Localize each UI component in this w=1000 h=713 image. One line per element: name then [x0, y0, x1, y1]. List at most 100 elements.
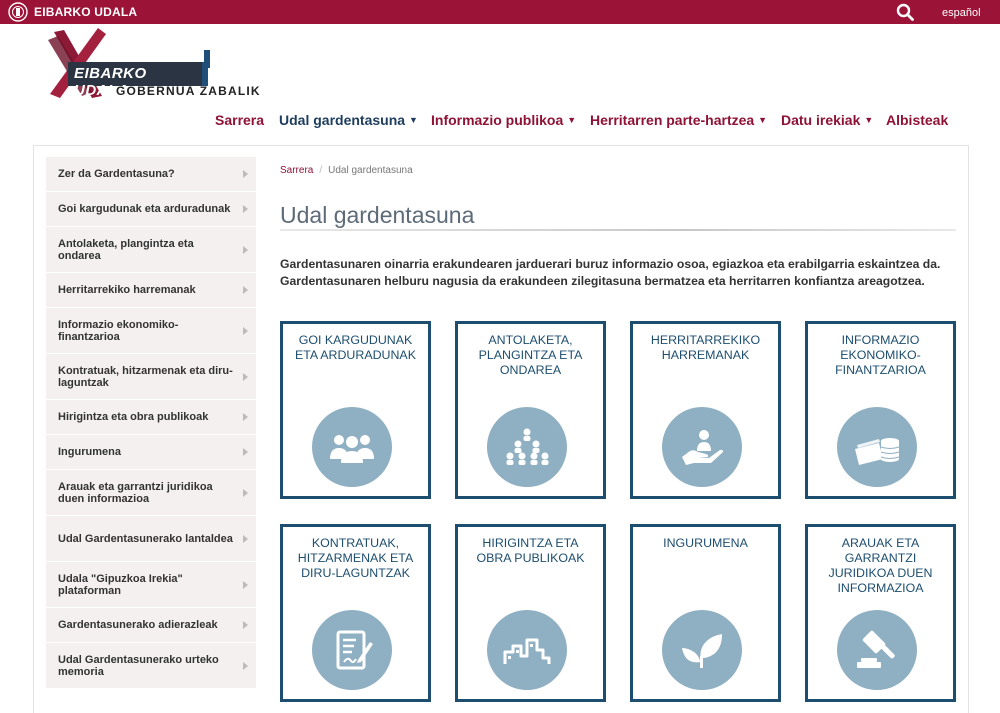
sidebar-item-label: Zer da Gardentasuna? — [58, 168, 175, 180]
chevron-right-icon — [243, 372, 248, 381]
sidebar-item-adierazleak[interactable]: Gardentasunerako adierazleak — [46, 608, 256, 643]
site-logo[interactable]: EIBARKO UDALA GOBERNUA ZABALIK — [46, 26, 266, 106]
chevron-right-icon — [243, 286, 248, 294]
money-coins-icon — [855, 438, 900, 465]
card-label: HIRIGINTZA ETA OBRA PUBLIKOAK — [476, 536, 585, 565]
sidebar-item-kontratuak[interactable]: Kontratuak, hitzarmenak eta diru-laguntz… — [46, 354, 256, 400]
sidebar-item-lantaldea[interactable]: Udal Gardentasunerako lantaldea — [46, 516, 256, 562]
sidebar-item-zer-da-gardentasuna[interactable]: Zer da Gardentasuna? — [46, 157, 256, 192]
sidebar-item-label: Antolaketa, plangintza eta ondarea — [58, 237, 194, 262]
nav-informazio-publikoa[interactable]: Informazio publikoa ▼ — [431, 112, 576, 128]
card-icon-circle — [837, 610, 917, 690]
chevron-right-icon — [243, 580, 248, 589]
sidebar: Zer da Gardentasuna? Goi kargudunak eta … — [46, 157, 256, 689]
card-label: INFORMAZIO EKONOMIKO-FINANTZARIOA — [835, 333, 926, 377]
buildings-icon — [503, 638, 551, 664]
card-herritarrekiko[interactable]: HERRITARREKIKO HARREMANAK — [630, 321, 781, 499]
card-antolaketa[interactable]: ANTOLAKETA, PLANGINTZA ETA ONDAREA — [455, 321, 606, 499]
card-hirigintza[interactable]: HIRIGINTZA ETA OBRA PUBLIKOAK — [455, 524, 606, 702]
sidebar-item-label: Udal Gardentasunerako urteko memoria — [58, 653, 219, 678]
card-label: ARAUAK ETA GARRANTZI JURIDIKOA DUEN INFO… — [828, 536, 933, 595]
gavel-icon — [857, 630, 895, 668]
caret-down-icon: ▼ — [758, 115, 768, 125]
breadcrumb: Sarrera / Udal gardentasuna — [280, 165, 413, 176]
sidebar-item-label: Udal Gardentasunerako lantaldea — [58, 532, 233, 545]
card-goi-kargudunak[interactable]: GOI KARGUDUNAK ETA ARDURADUNAK — [280, 321, 431, 499]
sidebar-item-informazio-ekonomikoa[interactable]: Informazio ekonomiko-finantzarioa — [46, 308, 256, 354]
sidebar-item-antolaketa[interactable]: Antolaketa, plangintza eta ondarea — [46, 227, 256, 273]
chevron-right-icon — [243, 448, 248, 456]
brand-link[interactable]: EIBARKO UDALA — [8, 2, 137, 22]
card-icon-circle — [487, 610, 567, 690]
page-title: Udal gardentasuna — [280, 202, 475, 228]
brand-text: EIBARKO UDALA — [34, 5, 138, 19]
card-arauak[interactable]: ARAUAK ETA GARRANTZI JURIDIKOA DUEN INFO… — [805, 524, 956, 702]
hand-person-icon — [682, 430, 723, 465]
main-navigation: Sarrera Udal gardentasuna ▼ Informazio pu… — [0, 112, 1000, 132]
chevron-right-icon — [243, 170, 248, 178]
nav-label: Albisteak — [886, 112, 949, 128]
sidebar-item-label: Goi kargudunak eta arduradunak — [58, 203, 231, 215]
sidebar-item-arauak[interactable]: Arauak eta garrantzi juridikoa duen info… — [46, 470, 256, 516]
chevron-right-icon — [243, 621, 248, 629]
card-label: HERRITARREKIKO HARREMANAK — [650, 333, 761, 362]
nav-datu-irekiak[interactable]: Datu irekiak ▼ — [781, 112, 873, 128]
chevron-right-icon — [243, 413, 248, 421]
sidebar-item-gipuzkoa-irekia[interactable]: Udala "Gipuzkoa Irekia" plataforman — [46, 562, 256, 608]
chevron-right-icon — [243, 245, 248, 254]
card-icon-circle — [662, 610, 742, 690]
caret-down-icon: ▼ — [409, 115, 418, 125]
sidebar-item-label: Arauak eta garrantzi juridikoa duen info… — [58, 480, 213, 505]
card-icon-circle — [837, 407, 917, 487]
title-divider — [280, 229, 956, 231]
card-icon-circle — [312, 610, 392, 690]
leaf-icon — [682, 634, 722, 668]
nav-label: Herritarren parte-hartzea — [590, 112, 755, 128]
sidebar-item-goi-kargudunak[interactable]: Goi kargudunak eta arduradunak — [46, 192, 256, 227]
breadcrumb-separator: / — [319, 165, 323, 176]
sidebar-item-label: Informazio ekonomiko-finantzarioa — [58, 318, 179, 343]
card-label: KONTRATUAK, HITZARMENAK ETA DIRU-LAGUNTZ… — [297, 536, 414, 580]
city-seal-icon — [8, 2, 28, 22]
chevron-right-icon — [243, 205, 248, 213]
chevron-right-icon — [243, 488, 248, 497]
card-ingurumena[interactable]: INGURUMENA — [630, 524, 781, 702]
nav-label: Sarrera — [215, 112, 265, 128]
breadcrumb-home-link[interactable]: Sarrera — [280, 165, 313, 176]
nav-albisteak[interactable]: Albisteak — [886, 112, 948, 128]
card-icon-circle — [487, 407, 567, 487]
nav-herritarren-parte-hartzea[interactable]: Herritarren parte-hartzea ▼ — [590, 112, 767, 128]
language-link[interactable]: español — [942, 7, 981, 19]
nav-sarrera[interactable]: Sarrera — [215, 112, 264, 128]
card-kontratuak[interactable]: KONTRATUAK, HITZARMENAK ETA DIRU-LAGUNTZ… — [280, 524, 431, 702]
nav-label: Datu irekiak — [781, 112, 861, 128]
breadcrumb-current: Udal gardentasuna — [328, 165, 413, 176]
sidebar-item-herritarrekiko[interactable]: Herritarrekiko harremanak — [46, 273, 256, 308]
nav-label: Udal gardentasuna — [279, 112, 406, 128]
intro-paragraph: Gardentasunaren oinarria erakundearen ja… — [280, 257, 941, 288]
sidebar-item-ingurumena[interactable]: Ingurumena — [46, 435, 256, 470]
sidebar-item-label: Herritarrekiko harremanak — [58, 284, 196, 296]
logo-box: EIBARKO UDALA — [68, 62, 208, 99]
card-icon-circle — [662, 407, 742, 487]
nav-label: Informazio publikoa — [431, 112, 564, 128]
caret-down-icon: ▼ — [864, 115, 874, 125]
sidebar-item-label: Udala "Gipuzkoa Irekia" plataforman — [58, 572, 183, 597]
card-label: INGURUMENA — [663, 536, 748, 550]
logo-subtitle: GOBERNUA ZABALIK — [116, 84, 261, 98]
search-icon[interactable] — [896, 3, 914, 21]
contract-icon — [336, 630, 373, 670]
card-informazio-ekonomikoa[interactable]: INFORMAZIO EKONOMIKO-FINANTZARIOA — [805, 321, 956, 499]
chevron-right-icon — [243, 661, 248, 670]
nav-udal-gardentasuna[interactable]: Udal gardentasuna ▼ — [279, 112, 418, 128]
card-label: GOI KARGUDUNAK ETA ARDURADUNAK — [295, 333, 416, 362]
sidebar-item-label: Gardentasunerako adierazleak — [58, 619, 218, 631]
card-icon-circle — [312, 407, 392, 487]
people-icon — [330, 435, 374, 463]
top-bar: EIBARKO UDALA español — [0, 0, 1000, 24]
sidebar-item-label: Kontratuak, hitzarmenak eta diru-laguntz… — [58, 364, 233, 389]
sidebar-item-urteko-memoria[interactable]: Udal Gardentasunerako urteko memoria — [46, 643, 256, 689]
chevron-right-icon — [243, 534, 248, 543]
sidebar-item-hirigintza[interactable]: Hirigintza eta obra publikoak — [46, 400, 256, 435]
sidebar-item-label: Hirigintza eta obra publikoak — [58, 411, 209, 423]
